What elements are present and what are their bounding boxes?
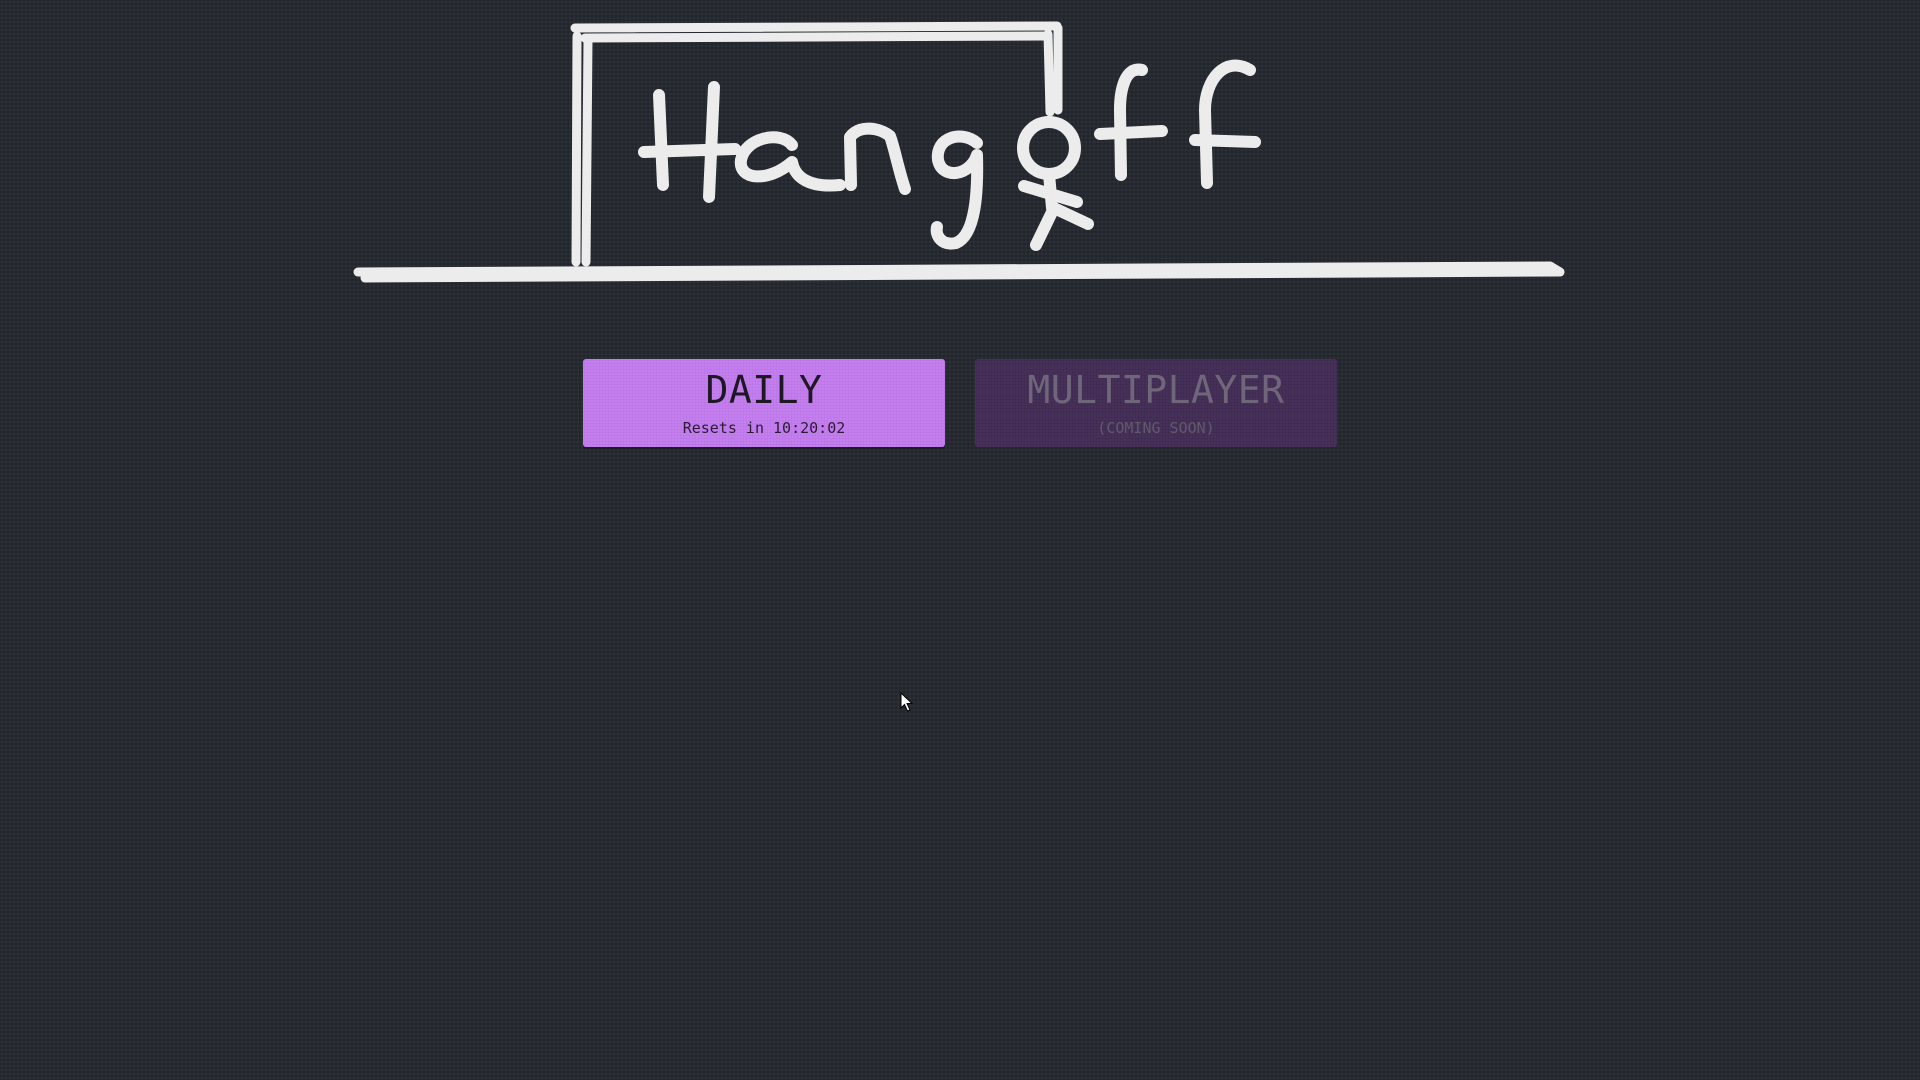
multiplayer-status: (COMING SOON): [1097, 419, 1215, 437]
hangman-body: [1018, 168, 1094, 251]
hangman-head: [1017, 116, 1081, 180]
gallows-rope: [1043, 23, 1063, 117]
gallows-beam: [570, 21, 1062, 43]
gallows-post: [571, 31, 593, 267]
gallows-drawing: [353, 21, 1565, 283]
hangoff-logo: Hangoff: [350, 15, 1570, 290]
gallows-ground: [353, 261, 1565, 283]
pointer-cursor-icon: [900, 692, 914, 712]
multiplayer-button: MULTIPLAYER (COMING SOON): [975, 359, 1337, 447]
multiplayer-label: MULTIPLAYER: [1027, 368, 1285, 412]
daily-reset-timer: Resets in 10:20:02: [682, 419, 846, 437]
daily-label: DAILY: [705, 368, 823, 412]
game-mode-selector: DAILY Resets in 10:20:02 MULTIPLAYER (CO…: [583, 359, 1337, 447]
daily-button[interactable]: DAILY Resets in 10:20:02: [583, 359, 945, 447]
